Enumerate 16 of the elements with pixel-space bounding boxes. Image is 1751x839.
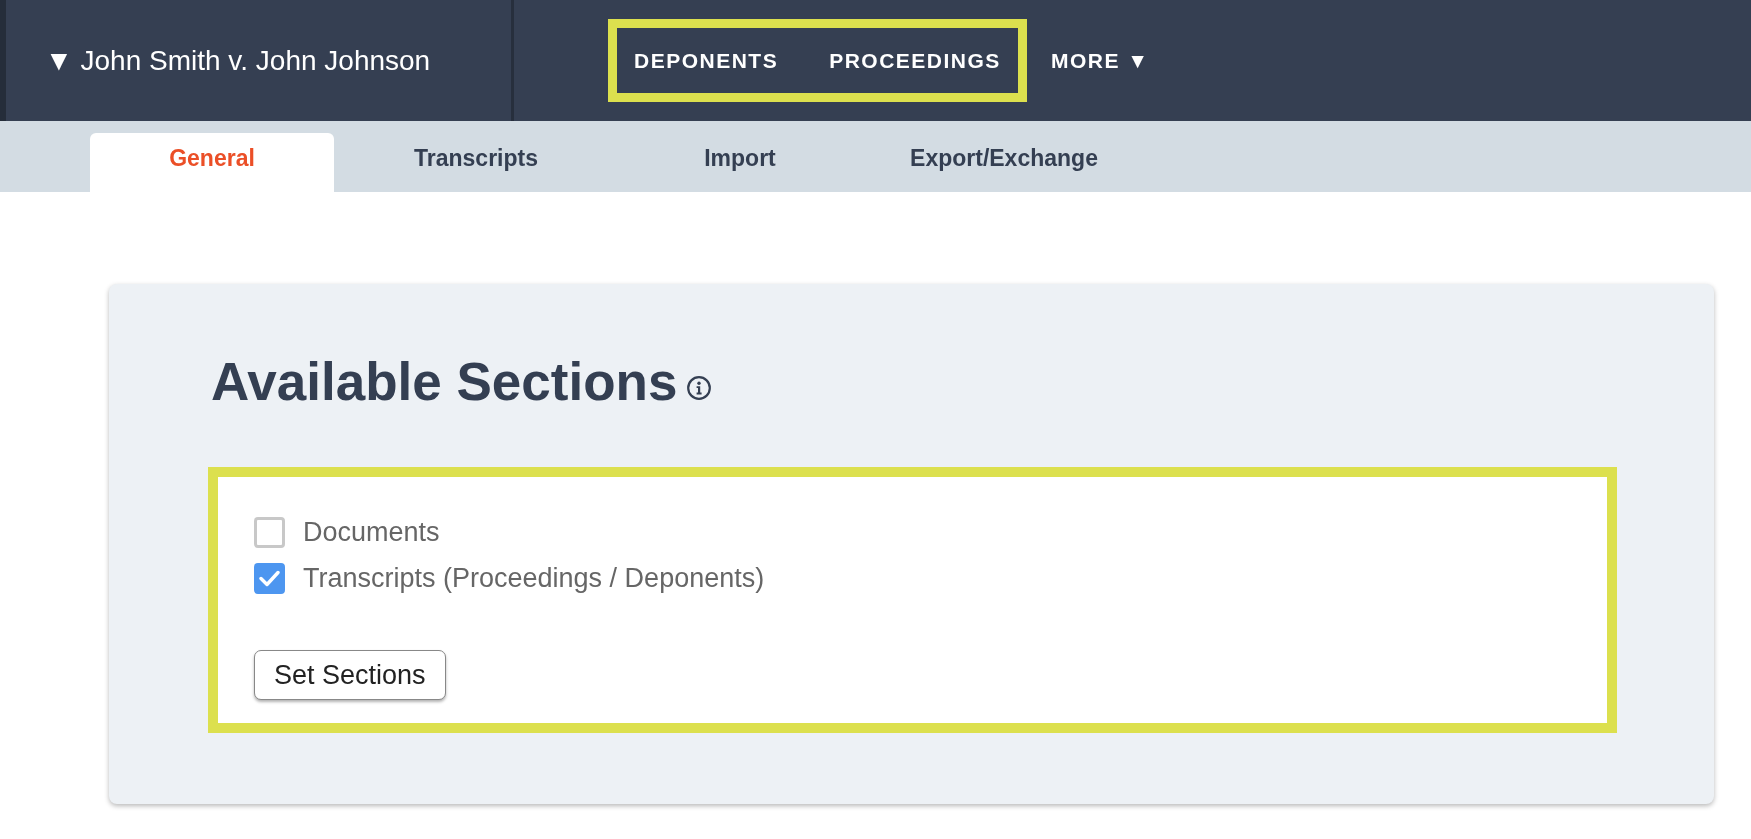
info-icon[interactable] (687, 376, 712, 400)
checkbox[interactable] (254, 562, 285, 594)
tab[interactable]: Transcripts (354, 133, 598, 192)
case-title[interactable]: ▼ John Smith v. John Johnson (45, 44, 431, 77)
tab[interactable]: Export/Exchange (882, 133, 1126, 192)
checkmark-icon (259, 569, 280, 587)
checkbox-label[interactable]: Transcripts (Proceedings / Deponents) (303, 562, 765, 594)
checkbox[interactable] (254, 516, 285, 548)
nav-link[interactable]: PROCEEDINGS (829, 44, 1001, 77)
nav-link[interactable]: DEPONENTS (634, 44, 779, 77)
tab[interactable]: Import (618, 133, 862, 192)
section-heading: Available Sections (211, 351, 678, 413)
tab[interactable]: General (90, 133, 334, 192)
set-sections-button[interactable]: Set Sections (254, 650, 446, 700)
nav-link[interactable]: MORE ▼ (1050, 44, 1150, 77)
checkbox-label[interactable]: Documents (303, 516, 440, 548)
